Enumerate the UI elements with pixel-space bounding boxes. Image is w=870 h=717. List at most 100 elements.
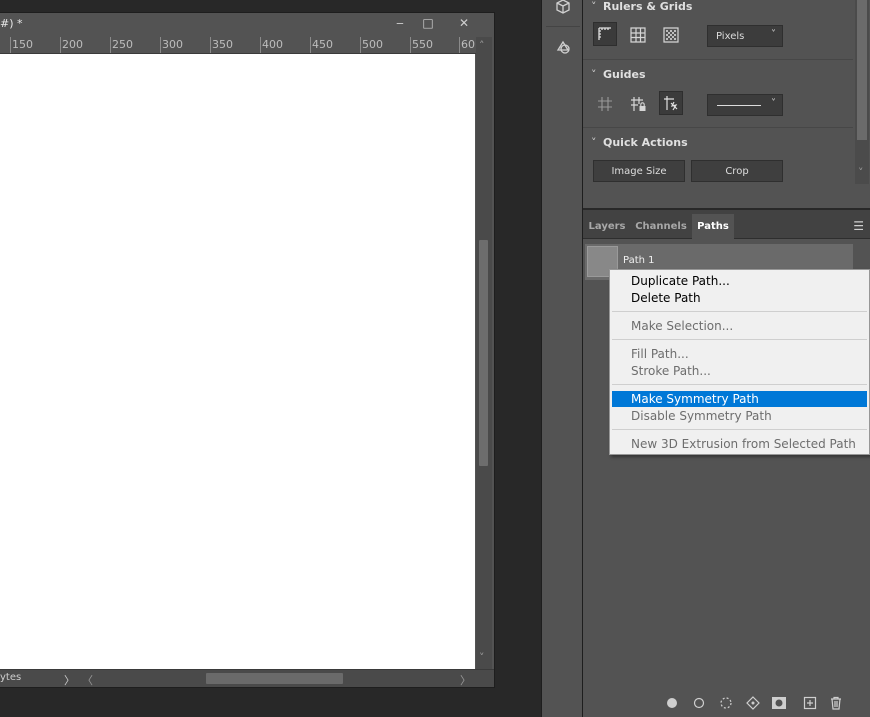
document-titlebar: #) * ‒ □ ✕ — [0, 13, 494, 35]
3d-cube-icon[interactable] — [552, 0, 574, 18]
document-title: #) * — [0, 17, 23, 30]
ruler-label: 450 — [312, 38, 333, 51]
photoshop-window: #) * ‒ □ ✕ 150 200 250 300 350 400 450 5… — [0, 0, 870, 717]
restore-button[interactable]: □ — [414, 13, 442, 33]
rulers-grids-section-header[interactable]: ˅ Rulers & Grids — [591, 0, 692, 13]
tab-paths[interactable]: Paths — [692, 214, 734, 239]
smart-guides-icon[interactable] — [659, 91, 683, 115]
chevron-down-icon: ˅ — [591, 136, 597, 149]
fill-path-icon[interactable] — [664, 695, 680, 711]
chevron-down-icon: ˅ — [591, 0, 597, 13]
tab-layers[interactable]: Layers — [585, 214, 629, 239]
scroll-left-icon[interactable]: 〈 — [82, 672, 93, 688]
pixel-grid-icon[interactable] — [659, 23, 683, 47]
menu-item-make-symmetry-path[interactable]: Make Symmetry Path — [612, 391, 867, 407]
quick-actions-section-header[interactable]: ˅ Quick Actions — [591, 136, 688, 149]
vertical-scrollbar[interactable]: ˄ ˅ — [476, 37, 492, 669]
minimize-icon: ‒ — [396, 16, 404, 30]
path-name[interactable]: Path 1 — [623, 255, 655, 266]
chevron-down-icon: ˅ — [771, 29, 776, 40]
make-work-path-icon[interactable] — [745, 695, 761, 711]
path-context-menu: Duplicate Path... Delete Path Make Selec… — [609, 269, 870, 455]
ruler-label: 150 — [12, 38, 33, 51]
status-bar: ytes 〉 〈 〉 — [0, 669, 494, 687]
lock-guides-icon[interactable] — [626, 92, 650, 116]
horizontal-scroll-thumb[interactable] — [206, 673, 343, 684]
section-divider — [583, 59, 853, 60]
guides-icon[interactable] — [593, 92, 617, 116]
minimize-button[interactable]: ‒ — [386, 13, 414, 33]
document-info-text[interactable]: ytes — [0, 672, 21, 683]
new-path-icon[interactable] — [802, 695, 818, 711]
ruler-tick — [310, 37, 311, 53]
panel-menu-icon[interactable]: ☰ — [853, 219, 864, 233]
ruler-tick — [260, 37, 261, 53]
properties-panel: ˅ Rulers & Grids Pixels ˅ ˅ Guides ˅ ˅ Q… — [583, 0, 870, 208]
menu-item-fill-path[interactable]: Fill Path... — [612, 346, 867, 362]
scroll-down-icon[interactable]: ˅ — [858, 166, 864, 179]
status-expand-icon[interactable]: 〉 — [64, 672, 75, 688]
document-window: #) * ‒ □ ✕ 150 200 250 300 350 400 450 5… — [0, 12, 495, 688]
menu-separator — [612, 384, 867, 385]
document-canvas[interactable] — [0, 54, 475, 669]
history-brush-icon[interactable] — [552, 36, 574, 58]
properties-scrollbar[interactable]: ˅ — [855, 0, 869, 184]
chevron-down-icon: ˅ — [591, 68, 597, 81]
menu-item-delete-path[interactable]: Delete Path — [612, 290, 867, 306]
scroll-right-icon[interactable]: 〉 — [460, 672, 471, 688]
ruler-tick — [160, 37, 161, 53]
vertical-scroll-thumb[interactable] — [479, 240, 488, 466]
ruler-tick — [60, 37, 61, 53]
panel-tabbar: Layers Channels Paths ☰ — [583, 210, 870, 239]
restore-icon: □ — [422, 16, 434, 30]
solid-line-icon — [717, 105, 761, 106]
units-dropdown-value: Pixels — [716, 30, 745, 42]
section-title: Guides — [603, 68, 646, 81]
chevron-down-icon: ˅ — [771, 98, 776, 109]
tab-channels[interactable]: Channels — [631, 214, 691, 239]
close-icon: ✕ — [458, 16, 470, 30]
close-button[interactable]: ✕ — [450, 13, 478, 33]
ruler-tick — [210, 37, 211, 53]
ruler-toggle-icon[interactable] — [593, 22, 617, 46]
ruler-tick — [110, 37, 111, 53]
menu-item-stroke-path[interactable]: Stroke Path... — [612, 363, 867, 379]
scroll-up-icon[interactable]: ˄ — [479, 39, 485, 52]
ruler-tick — [410, 37, 411, 53]
tab-label: Channels — [635, 221, 687, 232]
ruler-label: 60 — [461, 38, 475, 51]
ruler-tick — [360, 37, 361, 53]
section-divider — [583, 127, 853, 128]
menu-separator — [612, 429, 867, 430]
ruler-label: 350 — [212, 38, 233, 51]
properties-scroll-thumb[interactable] — [857, 0, 867, 140]
tab-label: Layers — [588, 221, 626, 232]
crop-button[interactable]: Crop — [691, 160, 783, 182]
stroke-path-icon[interactable] — [691, 695, 707, 711]
ruler-tick — [10, 37, 11, 53]
add-mask-icon[interactable] — [771, 695, 787, 711]
grid-icon[interactable] — [626, 23, 650, 47]
tab-label: Paths — [697, 221, 729, 232]
menu-item-new-3d-extrusion[interactable]: New 3D Extrusion from Selected Path — [612, 436, 867, 452]
menu-item-duplicate-path[interactable]: Duplicate Path... — [612, 273, 867, 289]
menu-item-disable-symmetry-path[interactable]: Disable Symmetry Path — [612, 408, 867, 424]
section-title: Rulers & Grids — [603, 0, 693, 13]
guides-section-header[interactable]: ˅ Guides — [591, 68, 646, 81]
guide-style-dropdown[interactable]: ˅ — [707, 94, 783, 116]
horizontal-ruler[interactable]: 150 200 250 300 350 400 450 500 550 60 — [0, 37, 476, 54]
load-as-selection-icon[interactable] — [718, 695, 734, 711]
ruler-tick — [459, 37, 460, 53]
image-size-button[interactable]: Image Size — [593, 160, 685, 182]
trash-icon[interactable] — [828, 695, 844, 711]
menu-item-make-selection[interactable]: Make Selection... — [612, 318, 867, 334]
strip-divider — [546, 26, 580, 27]
menu-separator — [612, 311, 867, 312]
ruler-label: 300 — [162, 38, 183, 51]
menu-separator — [612, 339, 867, 340]
units-dropdown[interactable]: Pixels ˅ — [707, 25, 783, 47]
ruler-label: 250 — [112, 38, 133, 51]
ruler-label: 400 — [262, 38, 283, 51]
image-size-label: Image Size — [611, 165, 667, 177]
scroll-down-icon[interactable]: ˅ — [479, 651, 485, 664]
